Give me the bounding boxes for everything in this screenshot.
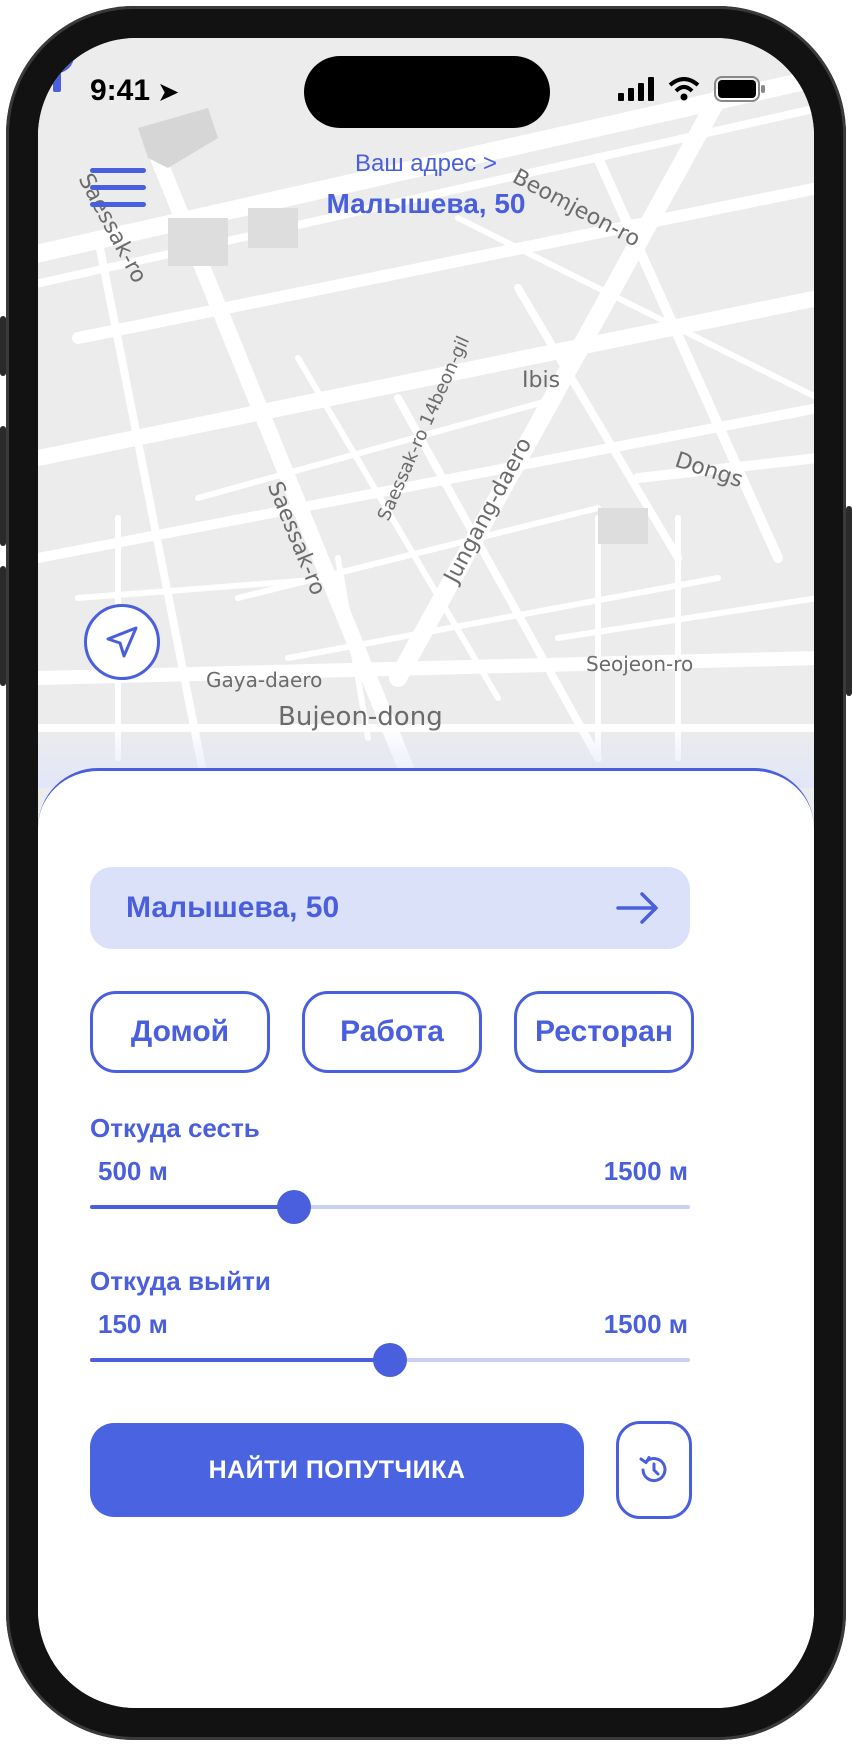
locate-button[interactable] [84,604,160,680]
dynamic-island [304,56,550,128]
phone-side-button [0,316,6,376]
slider-from-min: 500 м [98,1156,168,1186]
map-pin-icon[interactable] [38,38,78,98]
address-title[interactable]: Малышева, 50 [38,188,814,220]
map-label: Ibis [522,368,561,393]
chip-work[interactable]: Работа [302,991,482,1073]
status-time: 9:41 ➤ [90,74,179,107]
slider-to-block: Откуда выйти 150 м 1500 м [90,1266,690,1377]
slider-from-track[interactable] [90,1190,690,1224]
slider-from-fill [90,1205,294,1209]
address-link[interactable]: Ваш адрес > [38,150,814,178]
slider-to-track[interactable] [90,1343,690,1377]
map-label: Gaya-daero [206,668,323,692]
phone-side-button [0,426,6,546]
search-value: Малышева, 50 [126,891,340,924]
history-button[interactable] [616,1421,692,1519]
slider-from-title: Откуда сесть [90,1113,260,1143]
phone-side-button [846,506,852,696]
chip-home[interactable]: Домой [90,991,270,1073]
location-arrow-icon [106,626,138,658]
history-icon [639,1456,667,1483]
chip-restaurant[interactable]: Ресторан [514,991,694,1073]
quick-chips: Домой Работа Ресторан [90,991,694,1073]
slider-from-block: Откуда сесть 500 м 1500 м [90,1113,690,1224]
slider-to-min: 150 м [98,1309,168,1339]
map-label: Seojeon-ro [586,652,694,676]
phone-side-button [0,566,6,686]
slider-to-title: Откуда выйти [90,1266,271,1296]
bottom-sheet: Малышева, 50 Домой Работа Ресторан Откуд… [38,768,814,1708]
slider-to-thumb[interactable] [373,1343,407,1377]
screen: Saessak-ro Beomjeon-ro Ibis Saessak-ro 1… [38,38,814,1708]
slider-from-max: 1500 м [603,1156,688,1186]
signal-icon [618,77,654,101]
wifi-icon [668,77,700,101]
arrow-right-icon[interactable] [616,890,660,926]
status-icons [618,76,766,102]
location-services-icon: ➤ [158,79,179,106]
address-search-bar[interactable]: Малышева, 50 [90,867,690,949]
slider-from-thumb[interactable] [277,1190,311,1224]
find-companion-button[interactable]: НАЙТИ ПОПУТЧИКА [90,1423,584,1517]
battery-icon [714,76,765,102]
slider-to-max: 1500 м [603,1309,688,1339]
slider-to-fill [90,1358,390,1362]
